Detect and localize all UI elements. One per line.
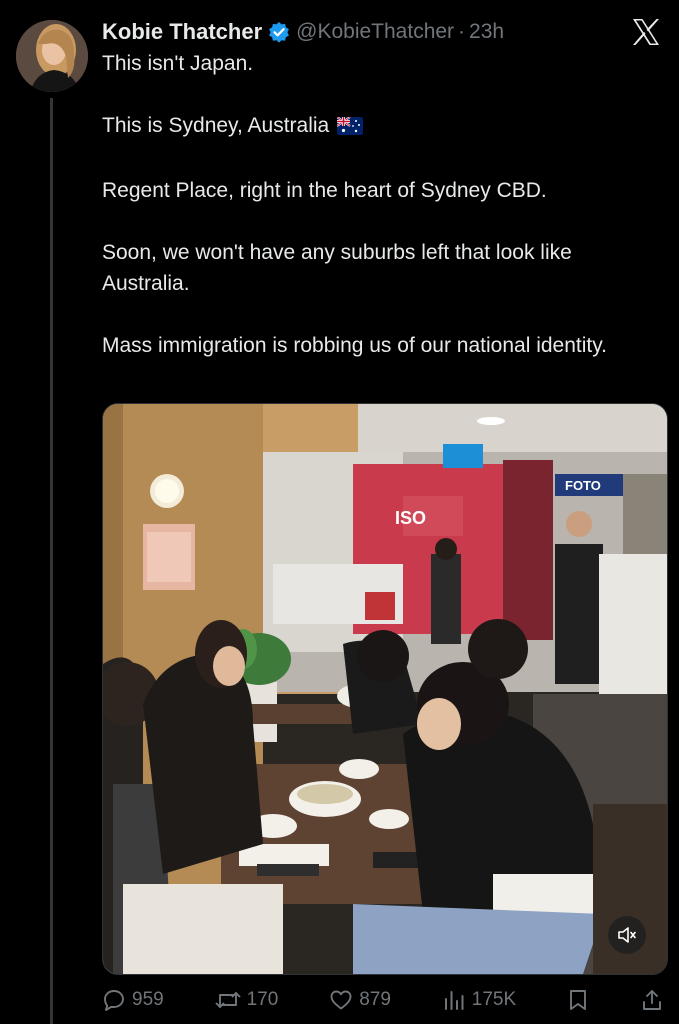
reply-icon <box>104 990 124 1011</box>
repost-button[interactable]: 170 <box>215 988 279 1012</box>
share-icon <box>642 990 661 1010</box>
time-separator: · <box>458 20 466 43</box>
bookmark-icon <box>570 990 586 1010</box>
volume-muted-icon <box>618 927 636 943</box>
thread-line <box>50 98 53 1024</box>
like-count: 879 <box>359 989 391 1010</box>
heart-icon <box>330 990 352 1010</box>
reply-button[interactable]: 959 <box>102 988 164 1012</box>
shop-sign: FOTO <box>565 478 601 493</box>
mute-button[interactable] <box>608 916 646 954</box>
video-frame: ISO FOTO <box>103 404 667 974</box>
tweet-paragraph-4: Soon, we won't have any suburbs left tha… <box>102 241 572 295</box>
tweet-time[interactable]: 23h <box>469 20 504 44</box>
reply-count: 959 <box>132 989 164 1010</box>
tweet-paragraph-1: This isn't Japan. <box>102 52 254 75</box>
author-avatar[interactable] <box>16 20 88 92</box>
author-handle[interactable]: @KobieThatcher <box>296 20 454 44</box>
bookmark-button[interactable] <box>567 988 589 1012</box>
tweet-text: This isn't Japan. This is Sydney, Austra… <box>102 48 662 361</box>
views-count: 175K <box>471 989 517 1010</box>
verified-badge-icon <box>268 21 290 43</box>
repost-count: 170 <box>246 989 279 1010</box>
tweet-header: Kobie Thatcher @KobieThatcher · 23h <box>102 17 504 47</box>
x-logo-icon <box>630 16 662 48</box>
tweet-actions: 959 170 879 175K <box>102 982 664 1018</box>
storefront-sign: ISO <box>395 508 426 528</box>
avatar-image <box>16 20 88 92</box>
author-name[interactable]: Kobie Thatcher <box>102 19 262 45</box>
tweet-paragraph-2-text: This is Sydney, Australia <box>102 114 330 137</box>
tweet-paragraph-3: Regent Place, right in the heart of Sydn… <box>102 179 547 202</box>
tweet-video[interactable]: ISO FOTO <box>102 403 668 975</box>
views-chart-icon <box>444 991 464 1010</box>
repost-icon <box>215 992 241 1008</box>
tweet-paragraph-5: Mass immigration is robbing us of our na… <box>102 334 608 357</box>
share-button[interactable] <box>640 988 664 1012</box>
australia-flag-icon <box>336 113 364 144</box>
views-button[interactable]: 175K <box>442 988 516 1012</box>
like-button[interactable]: 879 <box>329 988 391 1012</box>
tweet-paragraph-2: This is Sydney, Australia <box>102 110 662 144</box>
